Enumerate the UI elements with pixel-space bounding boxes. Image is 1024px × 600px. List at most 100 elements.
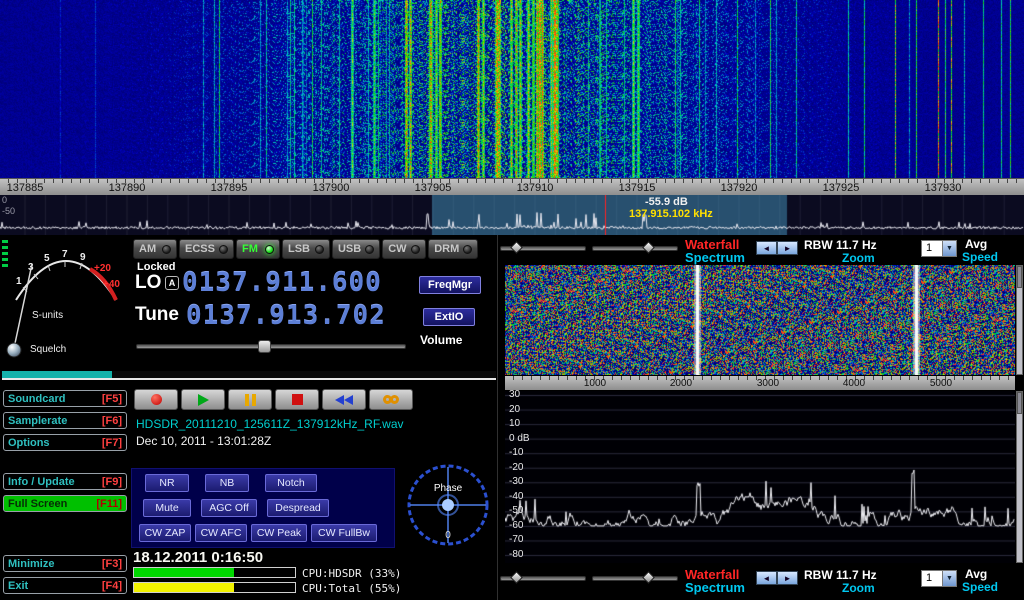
audio-spectrum-canvas[interactable] <box>505 391 1015 563</box>
lo-sync-badge[interactable]: A <box>165 276 179 290</box>
squelch-level-fill <box>2 371 112 378</box>
zoom-right-button[interactable]: ► <box>777 241 798 255</box>
cpu-hdsdr-fill <box>134 568 234 577</box>
frequency-scale-ticks <box>0 179 1024 183</box>
freq-tick: 137910 <box>517 182 554 194</box>
record-icon <box>151 394 162 405</box>
audio-spectrum-display[interactable]: 30 20 10 0 dB -10 -20 -30 -40 -50 -60 -7… <box>505 391 1015 563</box>
avg-label: Avg <box>965 237 987 251</box>
loop-button[interactable] <box>369 389 413 410</box>
mode-button-lsb[interactable]: LSB <box>282 239 330 259</box>
play-button[interactable] <box>181 389 225 410</box>
recording-filename: HDSDR_20111210_125611Z_137912kHz_RF.wav <box>136 417 404 431</box>
mode-led <box>315 245 324 254</box>
soundcard-button[interactable]: Soundcard[F5] <box>3 390 127 407</box>
minimize-button[interactable]: Minimize[F3] <box>3 555 127 572</box>
lo-frequency-display[interactable]: 0137.911.600 <box>182 268 382 298</box>
spectrum-scrollbar[interactable] <box>1016 391 1023 563</box>
fullscreen-button[interactable]: Full Screen[F11] <box>3 495 127 512</box>
spectrum-tab[interactable]: Spectrum <box>685 580 745 595</box>
avg-dropdown[interactable]: 1 ▼ <box>921 570 957 587</box>
zoom-left-button[interactable]: ◄ <box>756 571 777 585</box>
freq-tick: 137900 <box>313 182 350 194</box>
slider-handle[interactable] <box>642 241 655 254</box>
avg-dropdown[interactable]: 1 ▼ <box>921 240 957 257</box>
notch-button[interactable]: Notch <box>265 474 317 492</box>
cw-zap-button[interactable]: CW ZAP <box>139 524 191 542</box>
db-tick: -30 <box>509 476 523 487</box>
main-spectrum-canvas[interactable] <box>0 195 1024 235</box>
rewind-icon <box>335 395 353 405</box>
freq-tick: 137920 <box>721 182 758 194</box>
dropdown-arrow-icon[interactable]: ▼ <box>942 571 956 586</box>
slider-handle[interactable] <box>642 571 655 584</box>
main-waterfall-display[interactable] <box>0 0 1024 178</box>
phase-indicator[interactable]: Phase 0 <box>404 461 492 549</box>
freq-tick: 137890 <box>109 182 146 194</box>
scrollbar-thumb[interactable] <box>1017 266 1022 288</box>
scrollbar-thumb[interactable] <box>1017 392 1022 414</box>
nb-button[interactable]: NB <box>205 474 249 492</box>
cw-peak-button[interactable]: CW Peak <box>251 524 307 542</box>
pause-button[interactable] <box>228 389 272 410</box>
main-spectrum-display[interactable]: 0 -50 -55.9 dB 137.915.102 kHz <box>0 195 1024 235</box>
stop-button[interactable] <box>275 389 319 410</box>
mode-button-fm[interactable]: FM <box>236 239 280 259</box>
cpu-hdsdr-bar <box>133 567 296 578</box>
right-top-controls: Waterfall Spectrum ◄ ► RBW 11.7 Hz Zoom … <box>497 237 1024 265</box>
slider-handle[interactable] <box>510 241 523 254</box>
rbw-readout: RBW 11.7 Hz <box>804 568 877 582</box>
volume-slider-handle[interactable] <box>258 340 271 353</box>
zoom-left-button[interactable]: ◄ <box>756 241 777 255</box>
options-button[interactable]: Options[F7] <box>3 434 127 451</box>
exit-button[interactable]: Exit[F4] <box>3 577 127 594</box>
squelch-level-bar[interactable] <box>2 371 496 380</box>
lo-label: LO <box>135 272 161 294</box>
mode-button-usb[interactable]: USB <box>332 239 380 259</box>
freqmgr-button[interactable]: FreqMgr <box>419 276 481 294</box>
record-button[interactable] <box>134 389 178 410</box>
zoom-right-button[interactable]: ► <box>777 571 798 585</box>
mute-button[interactable]: Mute <box>143 499 191 517</box>
right-bottom-controls: Waterfall Spectrum ◄ ► RBW 11.7 Hz Zoom … <box>497 567 1024 595</box>
samplerate-button[interactable]: Samplerate[F6] <box>3 412 127 429</box>
audio-freq-tick: 1000 <box>584 378 606 389</box>
spectrum-tab[interactable]: Spectrum <box>685 250 745 265</box>
extio-button[interactable]: ExtIO <box>423 308 475 326</box>
dropdown-arrow-icon[interactable]: ▼ <box>942 241 956 256</box>
audio-frequency-scale[interactable]: 1000 2000 3000 4000 5000 <box>505 376 1015 390</box>
cw-fullbw-button[interactable]: CW FullBw <box>311 524 377 542</box>
tune-frequency-display[interactable]: 0137.913.702 <box>186 301 386 331</box>
phase-value: 0 <box>445 530 451 541</box>
mode-button-am[interactable]: AM <box>133 239 177 259</box>
rewind-button[interactable] <box>322 389 366 410</box>
mode-button-ecss[interactable]: ECSS <box>179 239 234 259</box>
freq-tick: 137905 <box>415 182 452 194</box>
audio-freq-tick: 5000 <box>930 378 952 389</box>
frequency-scale[interactable]: 137885 137890 137895 137900 137905 13791… <box>0 178 1024 195</box>
freq-tick: 137885 <box>7 182 44 194</box>
db-tick: -50 <box>509 505 523 516</box>
audio-freq-tick: 4000 <box>843 378 865 389</box>
slider-handle[interactable] <box>510 571 523 584</box>
audio-waterfall-display[interactable] <box>505 265 1015 375</box>
volume-slider-track[interactable] <box>136 344 406 349</box>
speed-label: Speed <box>962 250 998 264</box>
zoom-label: Zoom <box>842 251 875 265</box>
recording-timestamp: Dec 10, 2011 - 13:01:28Z <box>136 434 271 448</box>
info-update-button[interactable]: Info / Update[F9] <box>3 473 127 490</box>
mode-led <box>219 245 228 254</box>
stop-icon <box>292 394 303 405</box>
cw-afc-button[interactable]: CW AFC <box>195 524 247 542</box>
hdsdr-window: 137885 137890 137895 137900 137905 13791… <box>0 0 1024 600</box>
audio-freq-tick: 2000 <box>670 378 692 389</box>
mode-button-drm[interactable]: DRM <box>428 239 478 259</box>
despread-button[interactable]: Despread <box>267 499 329 517</box>
volume-label: Volume <box>420 333 462 347</box>
mode-button-cw[interactable]: CW <box>382 239 426 259</box>
nr-button[interactable]: NR <box>145 474 189 492</box>
mode-led <box>265 245 274 254</box>
waterfall-scrollbar[interactable] <box>1016 265 1023 375</box>
agc-off-button[interactable]: AGC Off <box>201 499 257 517</box>
dsp-row: CW ZAP CW AFC CW Peak CW FullBw <box>139 524 387 542</box>
